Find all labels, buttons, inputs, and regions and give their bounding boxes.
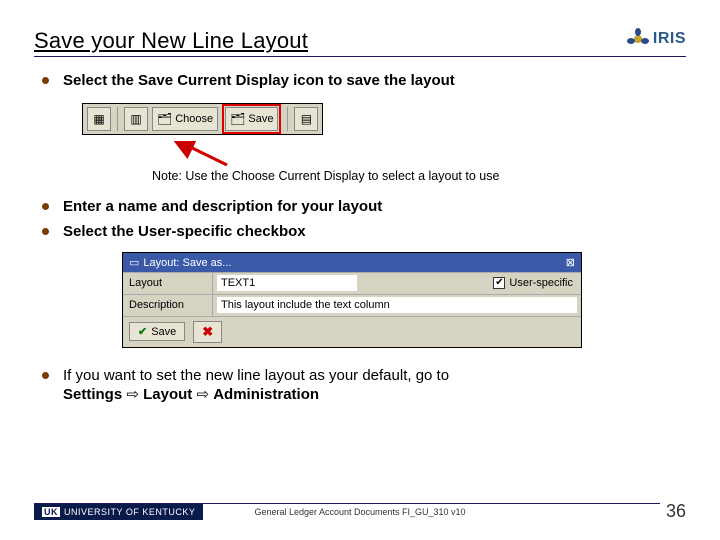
bullet-icon — [42, 203, 49, 210]
save-button[interactable]: 🗂Save — [225, 107, 278, 131]
save-icon: 🗂 — [230, 113, 245, 125]
save-label: Save — [248, 113, 273, 125]
toolbar-icon-button[interactable]: ▤ — [294, 107, 318, 131]
footer-doc: General Ledger Account Documents FI_GU_3… — [0, 507, 720, 517]
dialog-cancel-button[interactable]: ✖ — [193, 321, 222, 343]
layout-icon: ▦ — [93, 113, 104, 125]
highlight-box: 🗂Save — [222, 104, 281, 134]
choose-label: Choose — [175, 113, 213, 125]
bullet-icon — [42, 372, 49, 379]
note-text: Note: Use the Choose Current Display to … — [152, 169, 686, 183]
choose-button[interactable]: 🗂Choose — [152, 107, 218, 131]
bullet-1: Select the Save Current Display icon to … — [63, 71, 455, 91]
bullet-2: Enter a name and description for your la… — [63, 197, 382, 217]
bullet-4: If you want to set the new line layout a… — [63, 366, 449, 405]
close-icon[interactable]: ⊠ — [566, 256, 575, 269]
page-title: Save your New Line Layout — [34, 28, 308, 54]
layout-field[interactable]: TEXT1 — [217, 275, 357, 291]
description-field[interactable]: This layout include the text column — [217, 297, 577, 313]
arrow-icon: ⇨ — [126, 386, 143, 403]
grid-icon: ▥ — [130, 113, 141, 125]
layout-label: Layout — [123, 273, 213, 294]
description-label: Description — [123, 295, 213, 316]
toolbar-icon-button[interactable]: ▥ — [124, 107, 148, 131]
bullet-icon — [42, 228, 49, 235]
bullet-icon — [42, 77, 49, 84]
dialog-title: ▭Layout: Save as... — [129, 256, 231, 269]
user-specific-checkbox[interactable]: ✔ — [493, 277, 505, 289]
folder-icon: 🗂 — [157, 113, 172, 125]
toolbar-icon-button[interactable]: ▦ — [87, 107, 111, 131]
arrow-icon: ⇨ — [196, 386, 213, 403]
cancel-icon: ✖ — [202, 324, 213, 340]
more-icon: ▤ — [301, 113, 312, 125]
callout-arrow — [172, 141, 686, 167]
window-icon: ▭ — [129, 257, 139, 269]
toolbar-figure: ▦ ▥ 🗂Choose 🗂Save ▤ — [82, 103, 323, 135]
bullet-3: Select the User-specific checkbox — [63, 222, 306, 242]
save-dialog: ▭Layout: Save as... ⊠ Layout TEXT1 ✔ Use… — [122, 252, 582, 348]
dialog-save-button[interactable]: ✔Save — [129, 322, 185, 341]
iris-logo: IRIS — [627, 28, 686, 50]
user-specific-label: User-specific — [509, 277, 573, 289]
logo-text: IRIS — [653, 30, 686, 48]
check-icon: ✔ — [138, 325, 147, 338]
